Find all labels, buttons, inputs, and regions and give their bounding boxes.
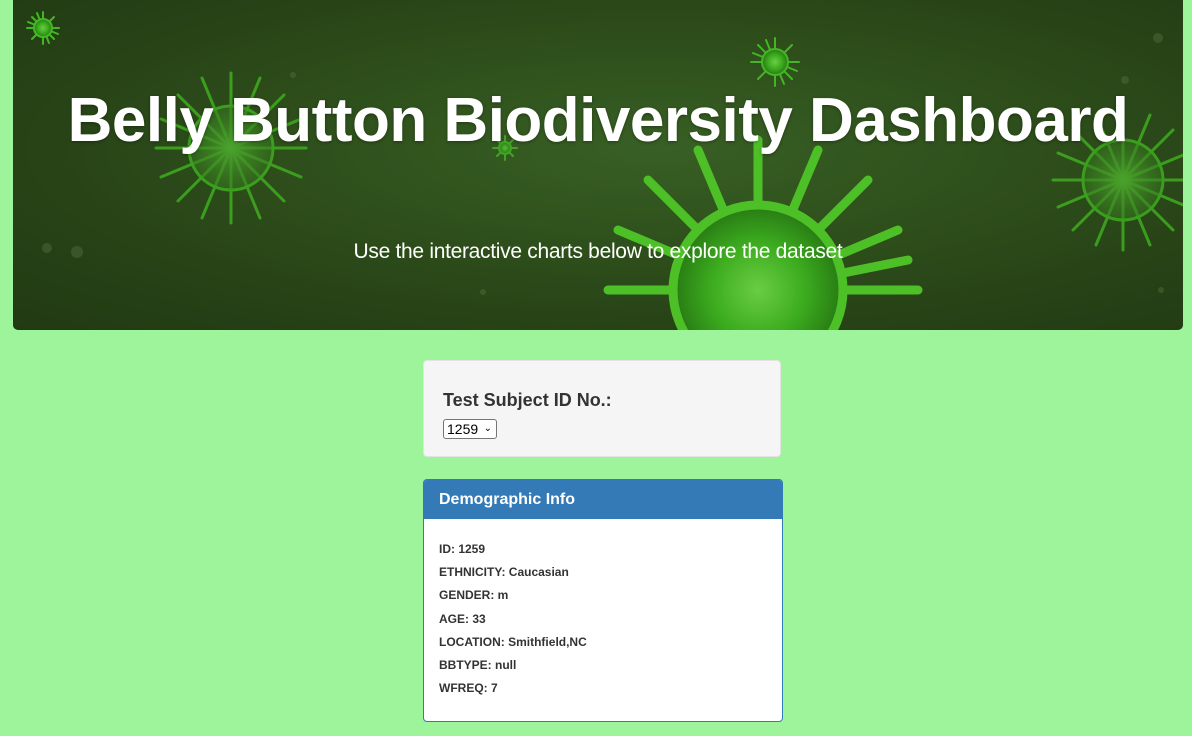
demographic-wfreq: WFREQ: 7 — [439, 681, 498, 696]
demographic-info-panel: Demographic Info ID: 1259 ETHNICITY: Cau… — [423, 479, 783, 722]
subject-id-select-value: 1259 — [447, 421, 479, 437]
demographic-ethnicity: ETHNICITY: Caucasian — [439, 565, 569, 580]
demographic-id: ID: 1259 — [439, 542, 486, 556]
demographic-info-body: ID: 1259 ETHNICITY: Caucasian GENDER: m … — [424, 519, 782, 702]
chevron-down-icon: ⌄ — [483, 423, 492, 434]
page-title: Belly Button Biodiversity Dashboard — [67, 86, 1129, 155]
hero-banner: Belly Button Biodiversity Dashboard Use … — [13, 0, 1183, 330]
page-subtitle: Use the interactive charts below to expl… — [353, 240, 843, 263]
virus-illustration — [13, 0, 1183, 330]
demographic-info-heading: Demographic Info — [424, 480, 782, 519]
subject-selector-label: Test Subject ID No.: — [443, 390, 612, 410]
subject-selector-panel: Test Subject ID No.: 1259 ⌄ — [423, 360, 781, 457]
demographic-bbtype: BBTYPE: null — [439, 657, 517, 672]
subject-id-select[interactable]: 1259 ⌄ — [443, 419, 497, 439]
demographic-location: LOCATION: Smithfield,NC — [439, 634, 587, 649]
demographic-age: AGE: 33 — [439, 611, 486, 626]
demographic-gender: GENDER: m — [439, 588, 509, 603]
